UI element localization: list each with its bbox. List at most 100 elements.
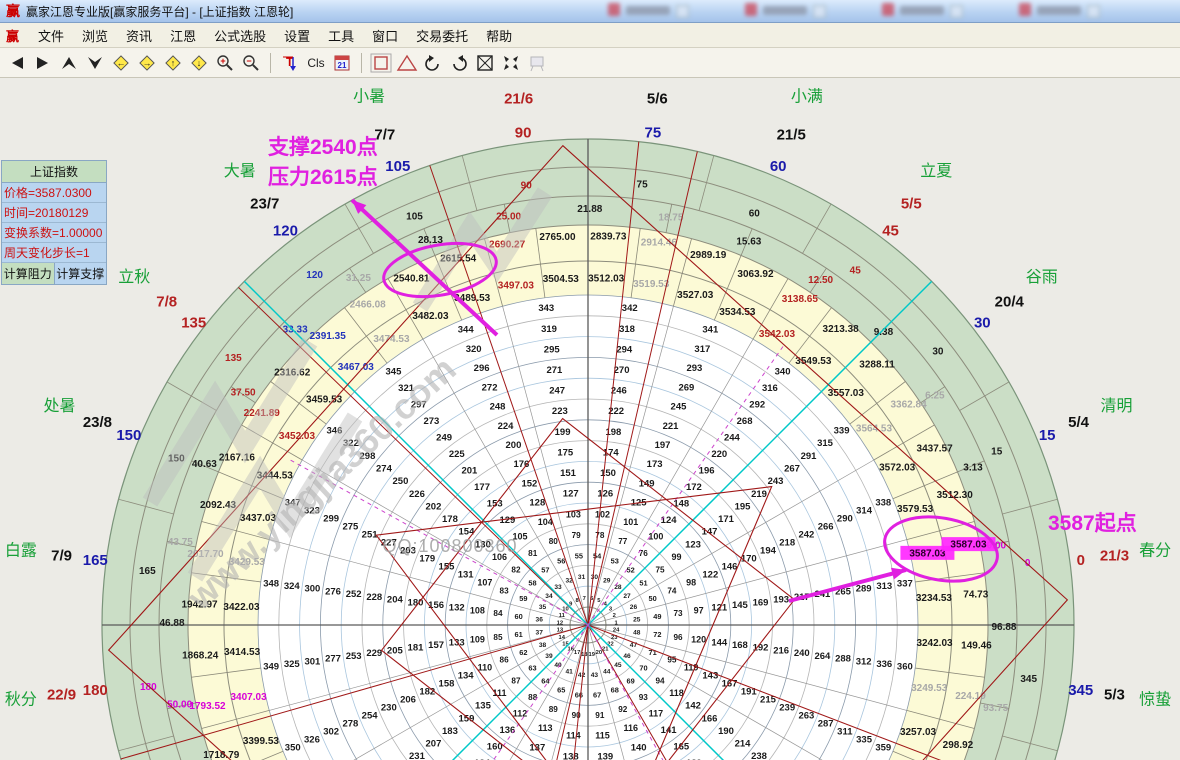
rotate-ccw-icon[interactable]	[421, 52, 445, 74]
wheel-number: 135	[475, 701, 492, 712]
wheel-number: 72	[653, 630, 661, 639]
nav-up-icon[interactable]	[57, 52, 81, 74]
menu-item-4[interactable]: 公式选股	[205, 27, 275, 46]
menu-item-0[interactable]: 文件	[29, 27, 73, 46]
menu-item-6[interactable]: 工具	[319, 27, 363, 46]
menu-item-5[interactable]: 设置	[275, 27, 319, 46]
wheel-number: 293	[686, 363, 702, 374]
wheel-number: 311	[837, 726, 853, 737]
wheel-number: 42	[578, 672, 586, 679]
outer-date-label: 21/6	[504, 91, 533, 108]
wheel-number: 344	[458, 325, 475, 336]
wheel-number: 219	[751, 489, 767, 500]
diamond-right-icon[interactable]: →	[135, 52, 159, 74]
wheel-number: 295	[544, 344, 561, 355]
gann-wheel-canvas[interactable]: 1234567891011121314151617181920212223242…	[0, 78, 1180, 760]
nav-left-icon[interactable]	[5, 52, 29, 74]
time-axis-icon[interactable]: T	[278, 52, 302, 74]
wheel-number: 66	[575, 690, 583, 699]
outer-degree-label: 345	[1068, 682, 1093, 699]
wheel-number: 26	[630, 604, 638, 611]
wheel-number: 19	[588, 652, 595, 658]
wheel-number: 191	[741, 687, 758, 698]
percent-value: 6.25	[925, 390, 945, 401]
menu-item-8[interactable]: 交易委托	[407, 27, 477, 46]
wheel-number: 287	[818, 718, 834, 729]
param-row-1: 时间=20180129	[2, 203, 106, 223]
background-window-fragment	[1019, 3, 1100, 19]
wheel-number: 169	[753, 597, 769, 608]
easel-icon[interactable]	[525, 52, 549, 74]
menu-item-9[interactable]: 帮助	[477, 27, 521, 46]
outer-date-label: 5/4	[1068, 414, 1090, 431]
support-resistance-note: 压力2615点	[268, 165, 378, 189]
wheel-number: 77	[618, 537, 628, 546]
wheel-number: 183	[442, 726, 458, 737]
percent-value: 37.50	[231, 387, 256, 398]
menu-item-3[interactable]: 江恩	[161, 27, 205, 46]
wheel-number: 267	[784, 463, 800, 474]
wheel-number: 325	[284, 659, 301, 670]
nav-down-icon[interactable]	[83, 52, 107, 74]
wheel-number: 93	[639, 693, 649, 702]
wheel-number: 116	[623, 723, 638, 733]
outer-price-value: 3437.57	[917, 443, 954, 454]
wheel-number: 49	[653, 612, 661, 621]
outer-degree-label: 165	[83, 552, 108, 569]
shape-triangle-icon[interactable]	[395, 52, 419, 74]
wheel-number: 245	[671, 402, 688, 413]
calc-resistance-button[interactable]: 计算阻力	[2, 263, 55, 284]
wheel-number: 136	[499, 725, 515, 736]
inner-price-value: 3414.53	[224, 647, 261, 658]
wheel-number: 87	[511, 676, 521, 685]
wheel-number: 201	[461, 465, 478, 476]
menu-item-2[interactable]: 资讯	[117, 27, 161, 46]
calendar-icon[interactable]: 21	[330, 52, 354, 74]
outer-price-value: 2391.35	[310, 331, 347, 342]
inner-price-value: 3579.53	[897, 504, 934, 515]
outer-price-value: 2540.81	[393, 273, 430, 284]
origin-point-note: 3587起点	[1048, 511, 1137, 535]
degree-value: 345	[1020, 674, 1037, 685]
wheel-number: 181	[408, 643, 425, 654]
param-row-3: 周天变化步长=1	[2, 243, 106, 263]
box-x-icon[interactable]	[473, 52, 497, 74]
menu-item-7[interactable]: 窗口	[363, 27, 407, 46]
wheel-number: 38	[539, 642, 547, 649]
wheel-number: 315	[817, 438, 834, 449]
rotate-cw-icon[interactable]	[447, 52, 471, 74]
zoom-out-icon[interactable]: −	[239, 52, 263, 74]
wheel-number: 89	[549, 705, 559, 714]
diamond-left-icon[interactable]: ←	[109, 52, 133, 74]
wheel-number: 220	[711, 449, 727, 460]
shape-square-icon[interactable]	[369, 52, 393, 74]
calc-support-button[interactable]: 计算支撑	[55, 263, 107, 284]
center-mark-icon[interactable]	[499, 52, 523, 74]
wheel-number: 359	[875, 742, 891, 753]
param-row-2: 变换系数=1.00000	[2, 223, 106, 243]
outer-price-value: 3213.38	[823, 324, 860, 335]
wheel-number: 45	[614, 662, 622, 669]
wheel-number: 192	[753, 643, 769, 654]
menu-item-1[interactable]: 浏览	[73, 27, 117, 46]
wheel-number: 221	[663, 421, 680, 432]
wheel-number: 64	[541, 677, 550, 686]
wheel-number: 324	[284, 581, 301, 592]
outer-degree-label: 30	[974, 314, 991, 331]
wheel-number: 269	[678, 382, 694, 393]
wheel-number: 349	[263, 662, 279, 673]
wheel-number: 196	[699, 465, 715, 476]
cls-icon[interactable]: Cls	[304, 52, 328, 74]
diamond-down-icon[interactable]: ↓	[187, 52, 211, 74]
outer-price-value: 2765.00	[539, 232, 576, 243]
inner-price-value: 3504.53	[543, 274, 580, 285]
wheel-number: 44	[603, 668, 611, 675]
diamond-up-icon[interactable]: ↑	[161, 52, 185, 74]
wheel-number: 113	[538, 723, 553, 733]
nav-right-icon[interactable]	[31, 52, 55, 74]
wheel-number: 150	[600, 468, 616, 479]
chart-client-area: 上证指数 价格=3587.0300时间=20180129变换系数=1.00000…	[0, 78, 1180, 760]
inner-price-value: 3242.03	[916, 638, 953, 649]
wheel-number: 73	[673, 609, 683, 618]
zoom-in-icon[interactable]: +	[213, 52, 237, 74]
